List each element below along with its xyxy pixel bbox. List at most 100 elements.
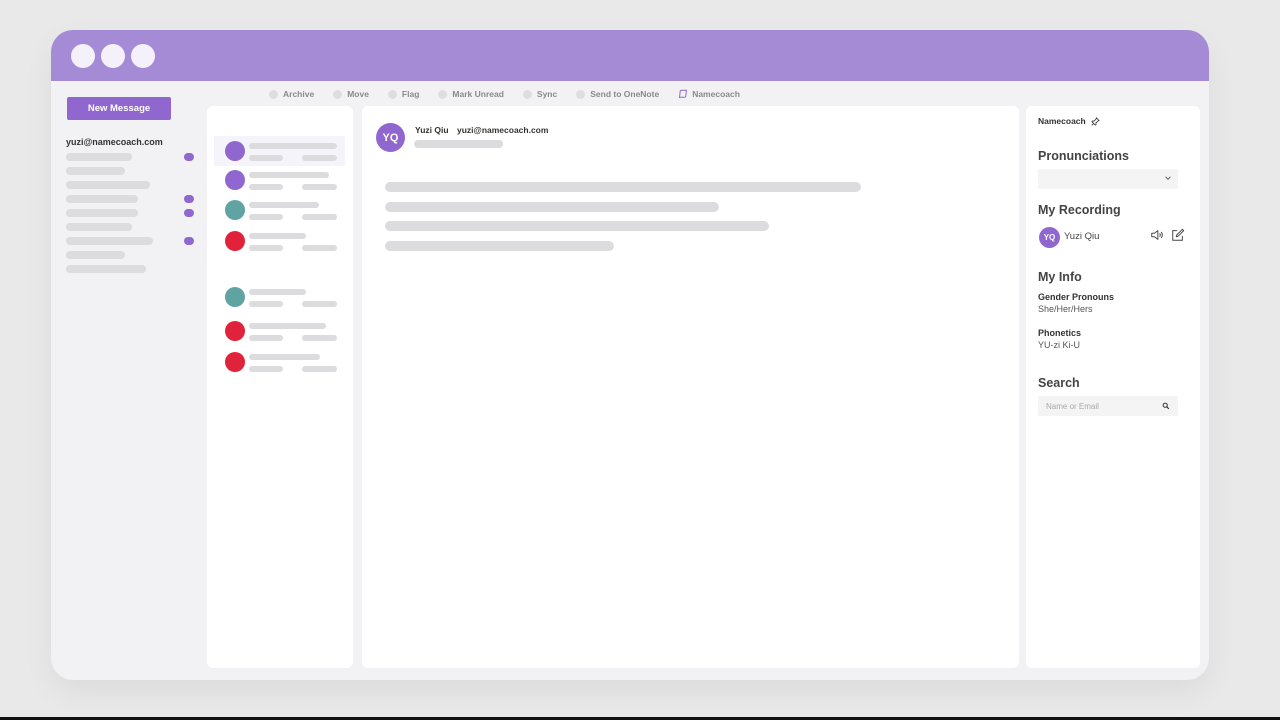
namecoach-title: Namecoach [1038,116,1100,126]
subject-placeholder [249,143,337,149]
date-placeholder [302,214,337,220]
unread-badge [184,237,194,245]
sender-avatar [225,141,245,161]
unread-badge [184,153,194,161]
message-list-item[interactable] [214,165,345,195]
unread-badge [184,195,194,203]
sync-icon [522,89,532,99]
phonetics-label: Phonetics [1038,328,1082,338]
pronunciations-dropdown[interactable] [1038,169,1178,189]
mail-window: New Message yuzi@namecoach.com Archive M… [51,30,1209,680]
message-list-item[interactable] [214,136,345,166]
folder-placeholder[interactable] [66,209,138,217]
move-button[interactable]: Move [333,87,369,101]
subject-placeholder [249,233,306,239]
sender-avatar [225,352,245,372]
speaker-icon[interactable] [1150,228,1164,242]
sender-avatar: YQ [376,123,405,152]
folder-placeholder[interactable] [66,181,150,189]
search-box [1038,396,1178,416]
archive-button[interactable]: Archive [269,87,314,101]
window-minimize-button[interactable] [101,44,125,68]
search-icon[interactable] [1162,402,1170,410]
flag-icon [387,89,397,99]
send-to-onenote-button[interactable]: Send to OneNote [576,87,659,101]
sender-placeholder [249,366,283,372]
message-list-item[interactable] [214,282,345,312]
sync-button[interactable]: Sync [522,87,557,101]
window-close-button[interactable] [71,44,95,68]
folder-placeholder[interactable] [66,167,125,175]
title-bar [51,30,1209,81]
subject-placeholder [249,323,326,329]
window-maximize-button[interactable] [131,44,155,68]
gender-pronouns-label: Gender Pronouns [1038,292,1115,302]
mark-unread-button[interactable]: Mark Unread [438,87,504,101]
message-list-item[interactable] [214,195,345,225]
sender-avatar [225,287,245,307]
edit-icon[interactable] [1171,228,1185,242]
subject-placeholder [249,354,320,360]
date-placeholder [414,140,503,148]
onenote-icon [576,89,586,99]
sender-placeholder [249,301,283,307]
sender-email: yuzi@namecoach.com [457,125,549,135]
flag-button[interactable]: Flag [387,87,419,101]
subject-placeholder [249,289,306,295]
user-avatar: YQ [1039,227,1060,248]
account-email: yuzi@namecoach.com [66,137,163,147]
sender-avatar [225,170,245,190]
move-icon [333,89,343,99]
search-heading: Search [1038,376,1080,390]
date-placeholder [302,184,337,190]
reading-pane: YQ Yuzi Qiu yuzi@namecoach.com [362,106,1019,668]
body-line-placeholder [385,202,719,212]
date-placeholder [302,301,337,307]
mark-unread-icon [438,89,448,99]
recording-name: Yuzi Qiu [1064,231,1100,242]
sender-name: Yuzi Qiu [415,125,449,135]
my-recording-heading: My Recording [1038,203,1121,217]
body-line-placeholder [385,221,769,231]
folder-placeholder[interactable] [66,265,146,273]
sender-avatar [225,321,245,341]
sender-avatar [225,200,245,220]
folder-placeholder[interactable] [66,237,153,245]
archive-icon [269,89,278,99]
date-placeholder [302,245,337,251]
gender-pronouns-value: She/Her/Hers [1038,304,1093,314]
date-placeholder [302,366,337,372]
folder-placeholder[interactable] [66,195,138,203]
sender-placeholder [249,155,283,161]
subject-placeholder [249,202,319,208]
search-input[interactable] [1038,396,1158,416]
subject-placeholder [249,172,329,178]
namecoach-addin-button[interactable]: Namecoach [678,87,740,101]
body-line-placeholder [385,241,614,251]
pronunciations-heading: Pronunciations [1038,149,1129,163]
date-placeholder [302,155,337,161]
folder-placeholder[interactable] [66,153,132,161]
pin-icon[interactable] [1091,116,1100,126]
unread-badge [184,209,194,217]
folder-placeholder[interactable] [66,223,132,231]
sender-placeholder [249,335,283,341]
body-line-placeholder [385,182,861,192]
namecoach-icon [679,89,688,99]
sender-placeholder [249,214,283,220]
sender-placeholder [249,245,283,251]
new-message-button[interactable]: New Message [67,97,171,120]
message-list-item[interactable] [214,316,345,346]
phonetics-value: YU-zi Ki-U [1038,340,1080,350]
my-info-heading: My Info [1038,270,1082,284]
message-list-item[interactable] [214,347,345,377]
date-placeholder [302,335,337,341]
message-list-item[interactable] [214,226,345,256]
sender-placeholder [249,184,283,190]
folder-placeholder[interactable] [66,251,125,259]
sender-avatar [225,231,245,251]
message-list [207,106,353,668]
namecoach-pane: Namecoach Pronunciations My Recording YQ… [1026,106,1200,668]
message-toolbar: Archive Move Flag Mark Unread Sync Send … [269,87,759,101]
chevron-down-icon [1165,176,1171,180]
